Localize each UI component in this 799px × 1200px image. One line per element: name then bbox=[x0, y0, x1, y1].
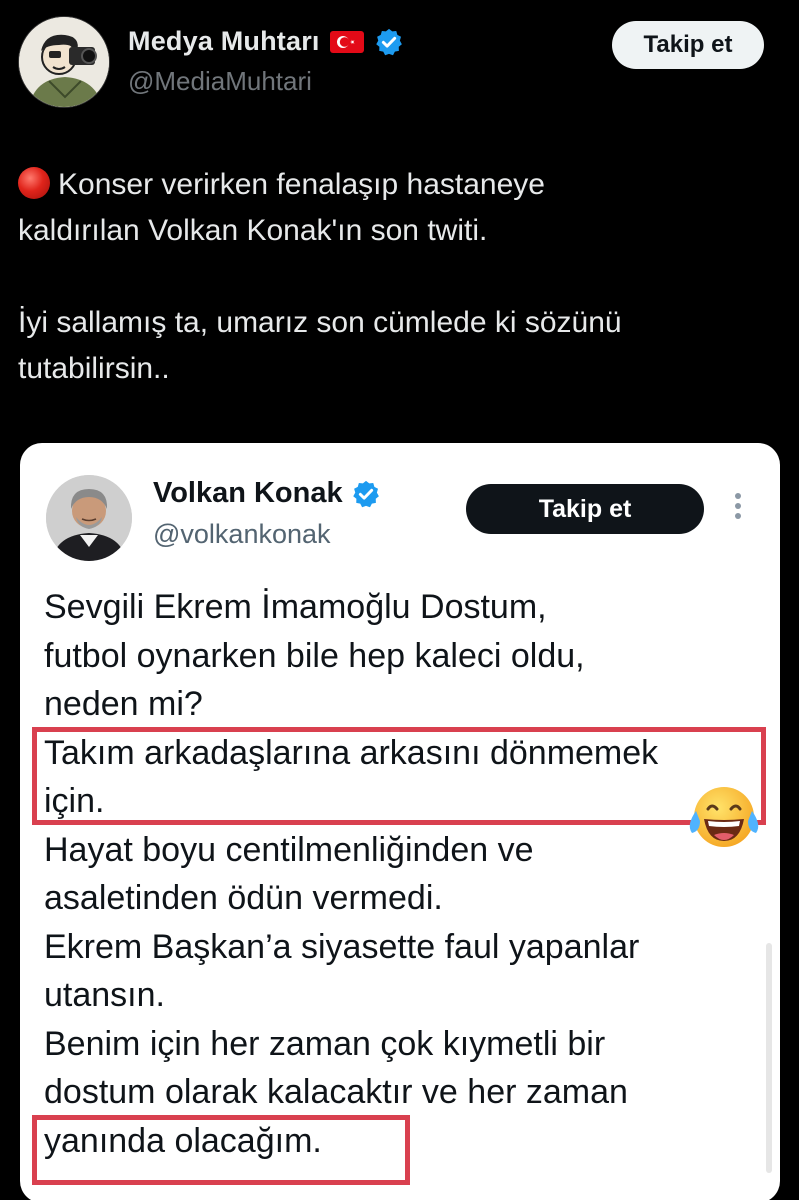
laughing-tears-emoji-icon bbox=[689, 787, 759, 847]
author-display-name[interactable]: Medya Muhtarı bbox=[128, 26, 320, 57]
highlight-box bbox=[32, 727, 766, 825]
embedded-text-line: utansın. bbox=[44, 976, 165, 1014]
embedded-text-line: asaletinden ödün vermedi. bbox=[44, 879, 443, 917]
highlight-box bbox=[32, 1115, 410, 1185]
embedded-follow-button: Takip et bbox=[466, 484, 704, 534]
tweet-text: Konser verirken fenalaşıp hastaneye kald… bbox=[18, 162, 778, 392]
tweet-text-line: kaldırılan Volkan Konak'ın son twiti. bbox=[18, 214, 488, 247]
embedded-text-line: futbol oynarken bile hep kaleci oldu, bbox=[44, 636, 585, 675]
embedded-text-line: Benim için her zaman çok kıymetli bir bbox=[44, 1024, 606, 1063]
tweet-text-line: tutabilirsin.. bbox=[18, 352, 170, 385]
embedded-tweet-image[interactable]: Volkan Konak @volkankonak Takip et Sevgi… bbox=[20, 443, 780, 1200]
embedded-text-line: dostum olarak kalacaktır ve her zaman bbox=[44, 1073, 628, 1111]
tweet-header: Medya Muhtarı @MediaMuhtari Takip et bbox=[0, 0, 799, 120]
author-handle[interactable]: @MediaMuhtari bbox=[128, 66, 312, 97]
embedded-text-line: Ekrem Başkan’a siyasette faul yapanlar bbox=[44, 927, 640, 966]
avatar[interactable] bbox=[18, 16, 110, 108]
turkish-flag-icon bbox=[329, 30, 364, 53]
embedded-tweet-text: Sevgili Ekrem İmamoğlu Dostum, futbol oy… bbox=[44, 583, 764, 1165]
embedded-text-line: neden mi? bbox=[44, 685, 203, 723]
more-options-icon bbox=[728, 493, 748, 525]
verified-badge-icon bbox=[375, 28, 402, 55]
embedded-text-line: Hayat boyu centilmenliğinden ve bbox=[44, 830, 534, 869]
avatar bbox=[46, 475, 132, 561]
embedded-author-name-row: Volkan Konak bbox=[153, 477, 381, 510]
embedded-author-handle: @volkankonak bbox=[153, 519, 331, 549]
embedded-text-line: Sevgili Ekrem İmamoğlu Dostum, bbox=[44, 588, 547, 626]
tweet-text-line: Konser verirken fenalaşıp hastaneye bbox=[18, 162, 778, 208]
scrollbar bbox=[766, 943, 772, 1173]
verified-badge-icon bbox=[352, 480, 379, 507]
red-circle-icon bbox=[18, 167, 50, 199]
tweet-text-line: İyi sallamış ta, umarız son cümlede ki s… bbox=[18, 306, 622, 339]
follow-button[interactable]: Takip et bbox=[612, 21, 764, 69]
embedded-author-display-name: Volkan Konak bbox=[153, 477, 343, 509]
author-name-row: Medya Muhtarı bbox=[128, 26, 404, 57]
